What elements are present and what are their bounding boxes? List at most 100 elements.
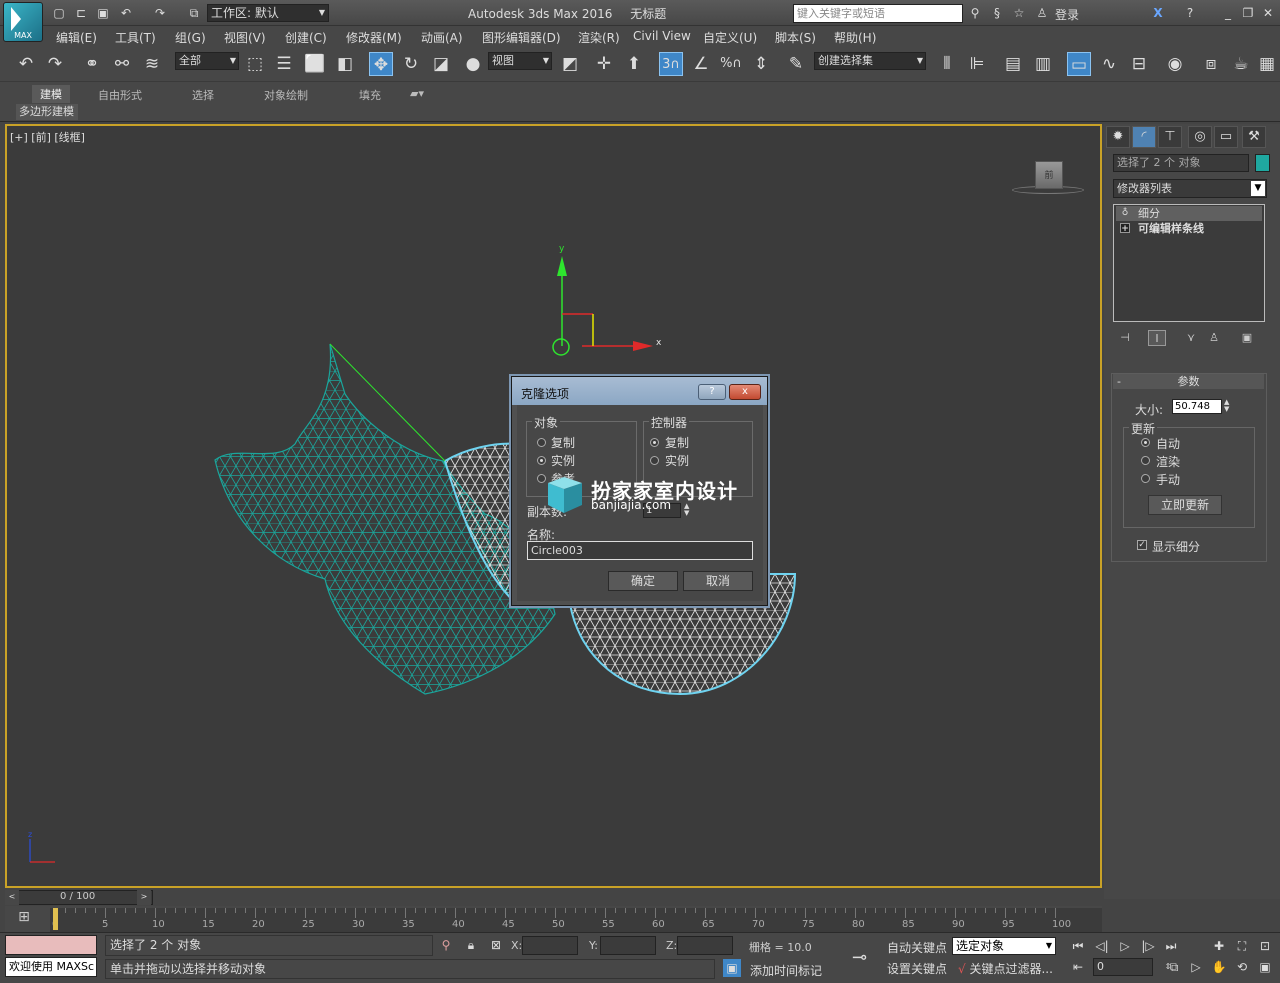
select-and-scale-icon[interactable]: ◪ [429, 52, 453, 76]
modifier-list-dropdown[interactable]: 修改器列表 ▼ [1113, 179, 1267, 198]
update-manual-label[interactable]: 手动 [1156, 471, 1180, 488]
menu-create[interactable]: 创建(C) [285, 29, 327, 46]
y-coord-input[interactable] [600, 936, 656, 955]
object-instance-label[interactable]: 实例 [551, 452, 575, 469]
keyboard-shortcut-icon[interactable]: ⬆ [622, 52, 646, 76]
user-icon[interactable]: ♙ [1034, 5, 1050, 21]
schematic-view-icon[interactable]: ⊟ [1127, 52, 1151, 76]
object-color-swatch[interactable] [1255, 154, 1270, 172]
current-frame-marker[interactable] [53, 908, 58, 930]
make-unique-icon[interactable]: ⋎ [1182, 330, 1200, 346]
set-key-button[interactable]: 设置关键点 [887, 960, 947, 977]
controller-copy-label[interactable]: 复制 [665, 434, 689, 451]
percent-snap-icon[interactable]: %∩ [719, 52, 743, 76]
maxscript-listener-output[interactable] [5, 935, 97, 955]
zoom-icon[interactable]: ✚ [1210, 937, 1228, 955]
pin-stack-icon[interactable]: ⊣ [1116, 330, 1134, 346]
ok-button[interactable]: 确定 [608, 571, 678, 591]
x-coord-input[interactable] [522, 936, 578, 955]
key-filters-button[interactable]: √ 关键点过滤器... [958, 960, 1053, 977]
key-icon[interactable]: ⊸ [852, 947, 867, 968]
undo-icon[interactable]: ↶ [118, 5, 134, 21]
rectangle-selection-icon[interactable]: ⬜ [303, 52, 327, 76]
ribbon-tab-freeform[interactable]: 自由形式 [98, 87, 142, 103]
configure-modifier-sets-icon[interactable]: ▣ [1238, 330, 1256, 346]
create-tab-icon[interactable]: ✹ [1106, 126, 1130, 148]
field-of-view-icon[interactable]: ▷ [1187, 958, 1205, 976]
auto-key-button[interactable]: 自动关键点 [887, 939, 947, 956]
stack-item-editable-spline[interactable]: + 可编辑样条线 [1116, 221, 1262, 236]
menu-scripting[interactable]: 脚本(S) [775, 29, 816, 46]
track-bar-strip[interactable]: 0510152025303540455055606570758085909510… [50, 908, 1102, 932]
current-frame-input[interactable]: 0 [1093, 958, 1153, 976]
menu-rendering[interactable]: 渲染(R) [578, 29, 620, 46]
search-input[interactable]: 键入关键字或短语 [793, 4, 963, 23]
remove-modifier-icon[interactable]: ♙ [1205, 330, 1223, 346]
show-end-result-icon[interactable]: I [1148, 330, 1166, 346]
dialog-help-button[interactable]: ? [698, 384, 726, 400]
motion-tab-icon[interactable]: ◎ [1188, 126, 1212, 148]
layer-manager-icon[interactable]: ▤ [1001, 52, 1025, 76]
link-icon[interactable]: ⚭ [80, 52, 104, 76]
favorite-star-icon[interactable]: ☆ [1011, 5, 1027, 21]
dialog-close-button[interactable]: x [729, 384, 761, 400]
time-configuration-icon[interactable]: ⧉ [1165, 958, 1183, 976]
window-crossing-icon[interactable]: ◧ [333, 52, 357, 76]
hierarchy-tab-icon[interactable]: ⊤ [1158, 126, 1182, 148]
go-to-end-icon[interactable]: ⏭ [1162, 937, 1180, 955]
controller-instance-radio[interactable] [650, 456, 659, 465]
app-logo-button[interactable]: MAX [3, 2, 43, 42]
maxscript-mini-listener[interactable]: 欢迎使用 MAXSc [5, 957, 97, 977]
render-setup-icon[interactable]: ⧈ [1199, 52, 1223, 76]
z-coord-input[interactable] [677, 936, 733, 955]
named-selection-set-dropdown[interactable]: 创建选择集 ▼ [814, 52, 926, 70]
object-name-field[interactable]: 选择了 2 个 对象 [1113, 154, 1249, 172]
ribbon-tab-modeling[interactable]: 建模 [32, 85, 70, 103]
ribbon-tab-populate[interactable]: 填充 [359, 87, 381, 103]
play-icon[interactable]: ▷ [1116, 937, 1134, 955]
menu-graph-editors[interactable]: 图形编辑器(D) [482, 29, 561, 46]
clone-name-input[interactable]: Circle003 [527, 541, 753, 560]
menu-group[interactable]: 组(G) [175, 29, 206, 46]
place-icon[interactable]: ● [461, 52, 485, 76]
new-file-icon[interactable]: ▢ [51, 5, 67, 21]
cancel-button[interactable]: 取消 [683, 571, 753, 591]
pivot-center-icon[interactable]: ◩ [558, 52, 582, 76]
curve-editor-icon[interactable]: ∿ [1097, 52, 1121, 76]
open-mini-curve-editor-icon[interactable]: ⊞ [12, 909, 36, 927]
ribbon-sub-panel[interactable]: 多边形建模 [16, 104, 78, 120]
menu-edit[interactable]: 编辑(E) [56, 29, 97, 46]
update-auto-radio[interactable] [1141, 438, 1150, 447]
size-input[interactable]: 50.748 [1172, 399, 1222, 414]
orbit-icon[interactable]: ⟲ [1233, 958, 1251, 976]
time-tag-icon[interactable]: ▣ [723, 959, 741, 977]
mirror-icon[interactable]: ⫴ [935, 52, 959, 76]
update-render-radio[interactable] [1141, 456, 1150, 465]
utilities-tab-icon[interactable]: ⚒ [1242, 126, 1266, 148]
render-teapot-icon[interactable]: ☕ [1229, 52, 1253, 76]
go-to-start-icon[interactable]: ⏮ [1069, 937, 1087, 955]
project-folder-icon[interactable]: ⧉ [186, 5, 202, 21]
update-manual-radio[interactable] [1141, 474, 1150, 483]
menu-animation[interactable]: 动画(A) [421, 29, 463, 46]
reference-coordinate-dropdown[interactable]: 视图 ▼ [488, 52, 552, 70]
show-subdivision-label[interactable]: 显示细分 [1152, 538, 1200, 555]
object-instance-radio[interactable] [537, 456, 546, 465]
key-mode-icon[interactable]: ⇤ [1069, 958, 1087, 976]
open-file-icon[interactable]: ⊏ [73, 5, 89, 21]
manipulate-icon[interactable]: ✛ [592, 52, 616, 76]
save-file-icon[interactable]: ▣ [95, 5, 111, 21]
isolate-selection-icon[interactable]: ⚲ [437, 936, 455, 954]
menu-modifiers[interactable]: 修改器(M) [346, 29, 402, 46]
select-by-name-icon[interactable]: ☰ [272, 52, 296, 76]
help-icon[interactable]: ? [1182, 5, 1198, 21]
display-tab-icon[interactable]: ▭ [1214, 126, 1238, 148]
update-render-label[interactable]: 渲染 [1156, 453, 1180, 470]
update-now-button[interactable]: 立即更新 [1148, 495, 1222, 515]
redo-icon[interactable]: ↷ [152, 5, 168, 21]
add-time-tag[interactable]: 添加时间标记 [750, 962, 822, 979]
undo-icon[interactable]: ↶ [14, 52, 38, 76]
modify-tab-icon[interactable]: ◜ [1132, 126, 1156, 148]
subscription-icon[interactable]: § [989, 5, 1005, 21]
exchange-icon[interactable]: X [1150, 5, 1166, 21]
